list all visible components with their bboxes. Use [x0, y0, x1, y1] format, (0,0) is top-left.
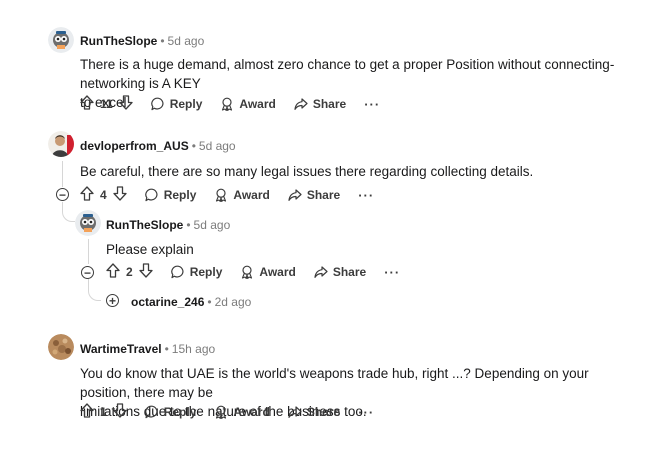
comment-actions: 4 Reply Award Share ··· — [80, 185, 374, 205]
more-options-button[interactable]: ··· — [358, 405, 374, 420]
reply-label: Reply — [169, 97, 203, 111]
reply-button[interactable]: Reply — [150, 97, 203, 111]
share-button[interactable]: Share — [314, 265, 366, 279]
reply-label: Reply — [189, 265, 223, 279]
comment-timestamp[interactable]: 5d ago — [199, 139, 236, 153]
share-label: Share — [306, 188, 341, 202]
separator-dot: • — [164, 342, 169, 356]
collapse-thread-button[interactable]: − — [81, 266, 94, 279]
comment-author[interactable]: octarine_246 — [131, 295, 204, 309]
comment-author[interactable]: RunTheSlope — [106, 218, 183, 232]
minus-icon: − — [58, 187, 66, 202]
award-label: Award — [233, 188, 270, 202]
collapse-thread-button[interactable]: − — [56, 188, 69, 201]
comment-body-line: You do know that UAE is the world's weap… — [80, 366, 589, 400]
avatar[interactable] — [48, 131, 74, 157]
award-label: Award — [233, 405, 270, 419]
comment-actions: 2 Reply Award Share ··· — [106, 262, 400, 282]
more-options-button[interactable]: ··· — [364, 97, 380, 112]
comment-author[interactable]: RunTheSlope — [80, 34, 157, 48]
avatar[interactable] — [48, 27, 74, 53]
arrow-down-icon[interactable] — [113, 403, 127, 421]
comment-meta: RunTheSlope • 5d ago — [80, 34, 204, 48]
share-arrow-icon — [314, 265, 328, 279]
award-label: Award — [259, 265, 296, 279]
minus-icon: − — [83, 265, 91, 280]
thread-connector — [62, 202, 75, 222]
share-button[interactable]: Share — [288, 188, 340, 202]
thread-line — [62, 161, 63, 187]
plus-icon: + — [108, 293, 116, 308]
comment-meta: devloperfrom_AUS • 5d ago — [80, 139, 236, 153]
comment-meta: octarine_246 • 2d ago — [131, 295, 251, 309]
comment-actions: 11 Reply Award Share ··· — [80, 94, 380, 114]
arrow-down-icon[interactable] — [113, 186, 127, 204]
share-arrow-icon — [294, 97, 308, 111]
separator-dot: • — [160, 34, 165, 48]
speech-bubble-icon — [144, 405, 159, 419]
reply-label: Reply — [163, 188, 197, 202]
award-icon — [214, 188, 228, 202]
arrow-down-icon[interactable] — [139, 263, 153, 281]
vote-group: 11 — [80, 95, 133, 113]
separator-dot: • — [191, 139, 196, 153]
comment-actions: 1 Reply Award Share ··· — [80, 402, 374, 422]
award-icon — [240, 265, 254, 279]
share-button[interactable]: Share — [294, 97, 346, 111]
share-label: Share — [332, 265, 367, 279]
avatar[interactable] — [48, 334, 74, 360]
separator-dot: • — [207, 295, 212, 309]
share-label: Share — [306, 405, 341, 419]
reply-button[interactable]: Reply — [170, 265, 223, 279]
speech-bubble-icon — [150, 97, 165, 111]
share-button[interactable]: Share — [288, 405, 340, 419]
comment-body: Be careful, there are so many legal issu… — [80, 164, 534, 179]
comment-body: Please explain — [106, 242, 194, 257]
expand-thread-button[interactable]: + — [106, 294, 119, 307]
vote-group: 1 — [80, 403, 127, 421]
award-icon — [220, 97, 234, 111]
thread-connector — [88, 279, 101, 301]
vote-group: 4 — [80, 186, 127, 204]
thread-line — [88, 239, 89, 264]
arrow-down-icon[interactable] — [119, 95, 133, 113]
vote-count: 11 — [100, 97, 113, 111]
share-arrow-icon — [288, 188, 302, 202]
reply-button[interactable]: Reply — [144, 405, 197, 419]
more-options-button[interactable]: ··· — [358, 188, 374, 203]
vote-group: 2 — [106, 263, 153, 281]
award-button[interactable]: Award — [240, 265, 296, 279]
more-options-button[interactable]: ··· — [384, 265, 400, 280]
award-button[interactable]: Award — [214, 188, 270, 202]
reply-button[interactable]: Reply — [144, 188, 197, 202]
share-label: Share — [312, 97, 347, 111]
comment-body-line: There is a huge demand, almost zero chan… — [80, 57, 615, 91]
award-label: Award — [239, 97, 276, 111]
vote-count: 4 — [100, 188, 107, 202]
speech-bubble-icon — [144, 188, 159, 202]
award-button[interactable]: Award — [214, 405, 270, 419]
comment-timestamp[interactable]: 5d ago — [194, 218, 231, 232]
comment-timestamp[interactable]: 15h ago — [172, 342, 215, 356]
comment-author[interactable]: WartimeTravel — [80, 342, 162, 356]
separator-dot: • — [186, 218, 191, 232]
comment-timestamp[interactable]: 5d ago — [168, 34, 205, 48]
vote-count: 2 — [126, 265, 133, 279]
award-button[interactable]: Award — [220, 97, 276, 111]
comment-author[interactable]: devloperfrom_AUS — [80, 139, 189, 153]
speech-bubble-icon — [170, 265, 185, 279]
share-arrow-icon — [288, 405, 302, 419]
comment-meta: RunTheSlope • 5d ago — [106, 218, 230, 232]
comment-meta: WartimeTravel • 15h ago — [80, 342, 215, 356]
arrow-up-icon[interactable] — [106, 263, 120, 281]
arrow-up-icon[interactable] — [80, 403, 94, 421]
arrow-up-icon[interactable] — [80, 95, 94, 113]
comment-timestamp[interactable]: 2d ago — [215, 295, 252, 309]
reply-label: Reply — [163, 405, 197, 419]
vote-count: 1 — [100, 405, 107, 419]
award-icon — [214, 405, 228, 419]
avatar[interactable] — [75, 210, 101, 236]
arrow-up-icon[interactable] — [80, 186, 94, 204]
